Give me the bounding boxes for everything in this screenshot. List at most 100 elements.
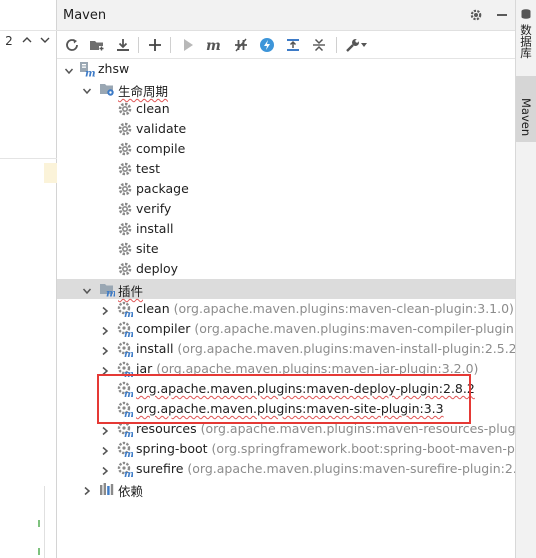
tree-item-label: clean (org.apache.maven.plugins:maven-cl… — [136, 301, 514, 316]
chevron-right-icon[interactable] — [100, 364, 110, 376]
database-tab-label: 数据库 — [519, 24, 533, 59]
tree-lifecycle-verify[interactable]: verify — [57, 199, 515, 219]
tree-lifecycle-folder[interactable]: 生命周期 — [57, 79, 515, 99]
gear-icon — [117, 241, 133, 257]
chevron-right-icon[interactable] — [100, 444, 110, 456]
gear-icon[interactable] — [467, 6, 485, 24]
svg-text:m: m — [106, 289, 115, 298]
item-name: deploy — [136, 261, 179, 276]
chevron-right-icon[interactable] — [100, 464, 110, 476]
item-name: test — [136, 161, 161, 176]
tree-item-label: 生命周期 — [118, 81, 168, 100]
svg-text:m: m — [124, 429, 133, 437]
item-name: clean — [136, 301, 170, 316]
svg-text:m: m — [124, 309, 133, 317]
plugins-folder-icon: m — [99, 281, 117, 300]
chevron-down-icon[interactable] — [82, 284, 92, 295]
reload-icon[interactable] — [62, 35, 82, 55]
maven-tab-label: Maven — [519, 98, 533, 137]
maven-tab[interactable]: m Maven — [516, 76, 536, 142]
svg-text:m: m — [206, 38, 221, 53]
editor-nav: 2 — [0, 34, 54, 48]
tree-item-label: zhsw — [98, 61, 129, 76]
change-marker — [38, 520, 40, 527]
tree-plugin-item[interactable]: minstall (org.apache.maven.plugins:maven… — [57, 339, 522, 360]
tree-lifecycle-site[interactable]: site — [57, 239, 515, 259]
chevron-right-icon[interactable] — [100, 424, 110, 436]
chevron-right-icon[interactable] — [100, 344, 110, 356]
svg-text:m: m — [124, 349, 133, 357]
add-folder-icon[interactable] — [87, 35, 107, 55]
svg-text:m: m — [124, 469, 133, 477]
item-name: surefire — [136, 461, 184, 476]
toggle-offline-icon[interactable] — [231, 35, 251, 55]
plus-icon[interactable] — [145, 35, 165, 55]
item-name: 插件 — [118, 284, 144, 299]
tree-lifecycle-install[interactable]: install — [57, 219, 515, 239]
tree-lifecycle-deploy[interactable]: deploy — [57, 259, 515, 279]
tree-lifecycle-compile[interactable]: compile — [57, 139, 515, 159]
chevron-up-icon[interactable] — [18, 34, 36, 48]
gear-icon — [117, 101, 133, 117]
line-highlight — [44, 163, 57, 183]
maven-m-icon[interactable]: m — [204, 35, 224, 55]
run-icon[interactable] — [178, 35, 198, 55]
plugin-icon: m — [117, 441, 134, 460]
svg-text:m: m — [85, 69, 95, 78]
tree-plugin-item[interactable]: mspring-boot (org.springframework.boot:s… — [57, 439, 534, 460]
maven-panel: Maven m m zhsw 生命周期 clean validate compi… — [57, 0, 536, 558]
download-icon[interactable] — [113, 35, 133, 55]
minimize-icon[interactable] — [493, 6, 511, 24]
chevron-right-icon[interactable] — [100, 324, 110, 336]
chevron-down-icon[interactable] — [36, 34, 54, 48]
show-deps-icon[interactable] — [283, 35, 303, 55]
editor-strip: 2 — [0, 0, 57, 558]
tree-plugin-item[interactable]: msurefire (org.apache.maven.plugins:mave… — [57, 459, 536, 480]
toolbar-separator — [170, 37, 171, 53]
tree-lifecycle-package[interactable]: package — [57, 179, 515, 199]
gear-icon — [117, 201, 133, 217]
maven-toolbar: m — [57, 31, 515, 59]
occurrence-count: 2 — [5, 34, 13, 48]
chevron-down-icon[interactable] — [82, 84, 92, 95]
plugin-icon: m — [117, 341, 134, 360]
tree-lifecycle-clean[interactable]: clean — [57, 99, 515, 119]
gear-icon — [117, 221, 133, 237]
collapse-icon[interactable] — [309, 35, 329, 55]
item-name: clean — [136, 101, 170, 116]
tree-plugins-folder[interactable]: m插件 — [57, 279, 515, 300]
panel-title-bar: Maven — [57, 0, 515, 31]
item-name: package — [136, 181, 189, 196]
tree-lifecycle-validate[interactable]: validate — [57, 119, 515, 139]
tree-item-label: verify — [136, 201, 171, 216]
maven-project-icon: m — [79, 61, 96, 80]
item-name: site — [136, 241, 159, 256]
tree-plugin-item[interactable]: mcompiler (org.apache.maven.plugins:mave… — [57, 319, 536, 340]
item-name: 生命周期 — [118, 84, 169, 99]
item-name: zhsw — [98, 61, 130, 76]
tree-item-label: surefire (org.apache.maven.plugins:maven… — [136, 461, 536, 476]
plugin-coordinates: (org.apache.maven.plugins:maven-surefire… — [187, 461, 536, 476]
chevron-right-icon[interactable] — [82, 484, 92, 496]
tree-root-project[interactable]: m zhsw — [57, 59, 515, 80]
thread-icon[interactable] — [257, 35, 277, 55]
maven-tab-icon: m — [519, 93, 526, 94]
dropdown-arrow-icon[interactable] — [359, 35, 369, 55]
toolbar-separator — [336, 37, 337, 53]
item-name: spring-boot — [136, 441, 208, 456]
editor-divider — [0, 30, 57, 31]
tree-plugin-item[interactable]: mclean (org.apache.maven.plugins:maven-c… — [57, 299, 515, 320]
dependencies-icon — [99, 481, 115, 497]
tool-window-stripe: 数据库 m Maven — [515, 0, 536, 558]
tree-item-label: test — [136, 161, 160, 176]
item-name: compile — [136, 141, 186, 156]
tree-item-label: deploy — [136, 261, 178, 276]
tree-lifecycle-test[interactable]: test — [57, 159, 515, 179]
chevron-down-icon[interactable] — [64, 64, 74, 75]
item-name: 依赖 — [118, 484, 144, 499]
database-tab[interactable]: 数据库 — [516, 6, 536, 68]
plugin-coordinates: (org.apache.maven.plugins:maven-install-… — [177, 341, 522, 356]
item-name: install — [136, 341, 174, 356]
tree-dependencies-folder[interactable]: 依赖 — [57, 479, 515, 499]
chevron-right-icon[interactable] — [100, 304, 110, 316]
